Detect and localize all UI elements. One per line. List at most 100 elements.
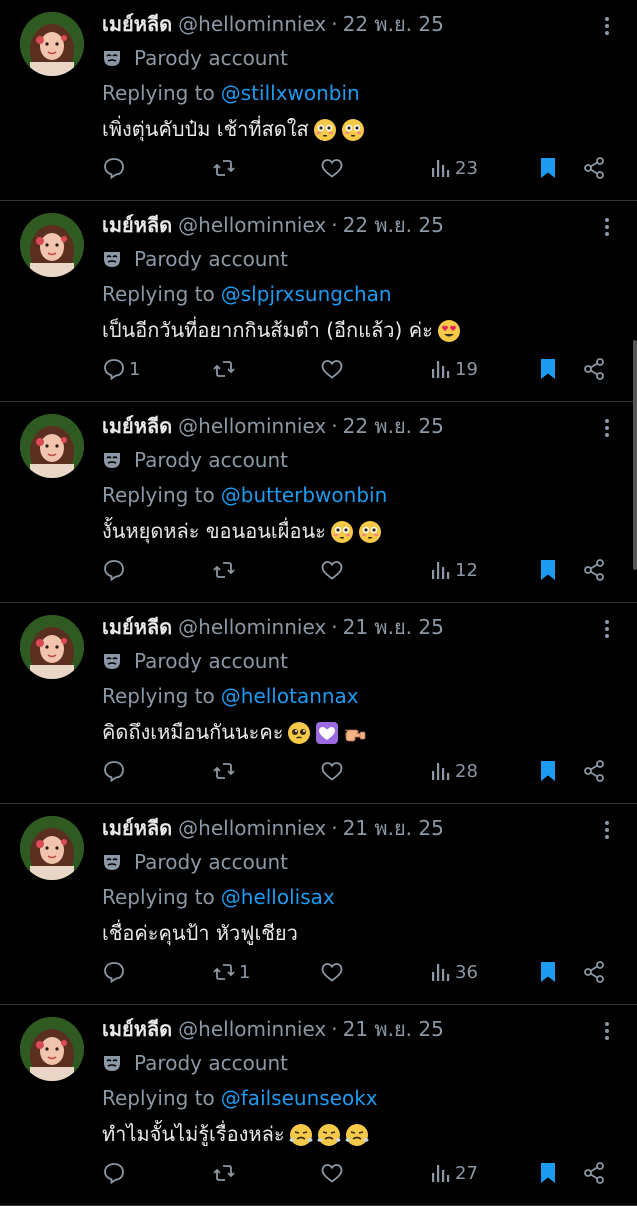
handle[interactable]: @hellominniex [178, 12, 326, 36]
share-button[interactable] [582, 552, 606, 588]
more-dot [605, 232, 609, 236]
views-chart-icon [432, 361, 450, 378]
handle[interactable]: @hellominniex [178, 615, 326, 639]
reply-button[interactable]: 1 [102, 351, 140, 387]
display-name[interactable]: เมย์หลีด [102, 209, 172, 241]
share-button[interactable] [582, 954, 606, 990]
handle[interactable]: @hellominniex [178, 1017, 326, 1041]
purple-heart-emoji [316, 721, 339, 744]
replying-to-handle[interactable]: @failseunseokx [221, 1086, 378, 1110]
tweet[interactable]: เมย์หลีด @hellominniex · 21 พ.ย. 25 Paro… [0, 603, 637, 804]
avatar[interactable] [20, 414, 84, 478]
tweet[interactable]: เมย์หลีด @hellominniex · 22 พ.ย. 25 Paro… [0, 0, 637, 201]
retweet-button[interactable] [212, 351, 239, 387]
replying-to-handle[interactable]: @hellotannax [221, 684, 359, 708]
display-name[interactable]: เมย์หลีด [102, 611, 172, 643]
tweet-emojis [433, 317, 461, 343]
retweet-button[interactable] [212, 150, 239, 186]
like-button[interactable] [320, 150, 347, 186]
views-button[interactable]: 28 [428, 753, 478, 789]
parody-mask-icon [104, 855, 120, 870]
views-button[interactable]: 19 [428, 351, 478, 387]
handle[interactable]: @hellominniex [178, 213, 326, 237]
views-button[interactable]: 36 [428, 954, 478, 990]
pointing-hand-emoji [345, 729, 366, 742]
bookmark-icon [541, 560, 555, 580]
replying-to-handle[interactable]: @butterbwonbin [221, 483, 387, 507]
replying-to-handle[interactable]: @slpjrxsungchan [221, 282, 392, 306]
more-dot [605, 828, 609, 832]
replying-to-label: Replying to [102, 684, 215, 708]
retweet-button[interactable] [212, 753, 239, 789]
avatar[interactable] [20, 816, 84, 880]
view-count: 36 [455, 961, 478, 983]
more-options-button[interactable] [597, 617, 617, 641]
reply-button[interactable] [102, 1155, 129, 1191]
replying-to-label: Replying to [102, 885, 215, 909]
bookmark-button[interactable] [536, 351, 560, 387]
share-icon [584, 1162, 604, 1184]
share-button[interactable] [582, 150, 606, 186]
more-options-button[interactable] [597, 215, 617, 239]
bookmark-button[interactable] [536, 753, 560, 789]
share-icon [584, 559, 604, 581]
more-options-button[interactable] [597, 818, 617, 842]
bookmark-button[interactable] [536, 552, 560, 588]
reply-count: 1 [129, 358, 141, 380]
like-button[interactable] [320, 351, 347, 387]
share-button[interactable] [582, 753, 606, 789]
avatar[interactable] [20, 1017, 84, 1081]
share-button[interactable] [582, 1155, 606, 1191]
bookmark-button[interactable] [536, 1155, 560, 1191]
retweet-button[interactable] [212, 552, 239, 588]
like-button[interactable] [320, 954, 347, 990]
bookmark-button[interactable] [536, 954, 560, 990]
reply-icon [104, 962, 124, 984]
retweet-button[interactable] [212, 1155, 239, 1191]
avatar[interactable] [20, 213, 84, 277]
views-button[interactable]: 27 [428, 1155, 478, 1191]
tweet[interactable]: เมย์หลีด @hellominniex · 21 พ.ย. 25 Paro… [0, 804, 637, 1005]
share-icon [584, 961, 604, 983]
reply-button[interactable] [102, 753, 129, 789]
more-dot [605, 218, 609, 222]
display-name[interactable]: เมย์หลีด [102, 8, 172, 40]
tweet[interactable]: เมย์หลีด @hellominniex · 21 พ.ย. 25 Paro… [0, 1005, 637, 1206]
tweet-date[interactable]: 21 พ.ย. 25 [343, 1013, 444, 1045]
reply-button[interactable] [102, 552, 129, 588]
tweet-date[interactable]: 22 พ.ย. 25 [343, 209, 444, 241]
views-button[interactable]: 12 [428, 552, 478, 588]
more-options-button[interactable] [597, 14, 617, 38]
replying-to-handle[interactable]: @hellolisax [221, 885, 335, 909]
tweet-date[interactable]: 21 พ.ย. 25 [343, 812, 444, 844]
display-name[interactable]: เมย์หลีด [102, 1013, 172, 1045]
like-button[interactable] [320, 753, 347, 789]
bookmark-button[interactable] [536, 150, 560, 186]
avatar[interactable] [20, 615, 84, 679]
retweet-button[interactable]: 1 [212, 954, 250, 990]
like-button[interactable] [320, 552, 347, 588]
display-name[interactable]: เมย์หลีด [102, 410, 172, 442]
separator-dot: · [331, 1017, 338, 1041]
reply-button[interactable] [102, 954, 129, 990]
handle[interactable]: @hellominniex [178, 816, 326, 840]
more-options-button[interactable] [597, 416, 617, 440]
views-button[interactable]: 23 [428, 150, 478, 186]
reply-button[interactable] [102, 150, 129, 186]
tweet-date[interactable]: 22 พ.ย. 25 [343, 410, 444, 442]
views-chart-icon [432, 964, 450, 981]
retweet-icon [213, 160, 235, 176]
like-button[interactable] [320, 1155, 347, 1191]
tweet[interactable]: เมย์หลีด @hellominniex · 22 พ.ย. 25 Paro… [0, 201, 637, 402]
scrollbar[interactable] [633, 340, 637, 570]
tweet-date[interactable]: 21 พ.ย. 25 [343, 611, 444, 643]
share-button[interactable] [582, 351, 606, 387]
display-name[interactable]: เมย์หลีด [102, 812, 172, 844]
replying-to-handle[interactable]: @stillxwonbin [221, 81, 360, 105]
tweet-date[interactable]: 22 พ.ย. 25 [343, 8, 444, 40]
tweet[interactable]: เมย์หลีด @hellominniex · 22 พ.ย. 25 Paro… [0, 402, 637, 603]
more-dot [605, 1022, 609, 1026]
avatar[interactable] [20, 12, 84, 76]
more-options-button[interactable] [597, 1019, 617, 1043]
handle[interactable]: @hellominniex [178, 414, 326, 438]
